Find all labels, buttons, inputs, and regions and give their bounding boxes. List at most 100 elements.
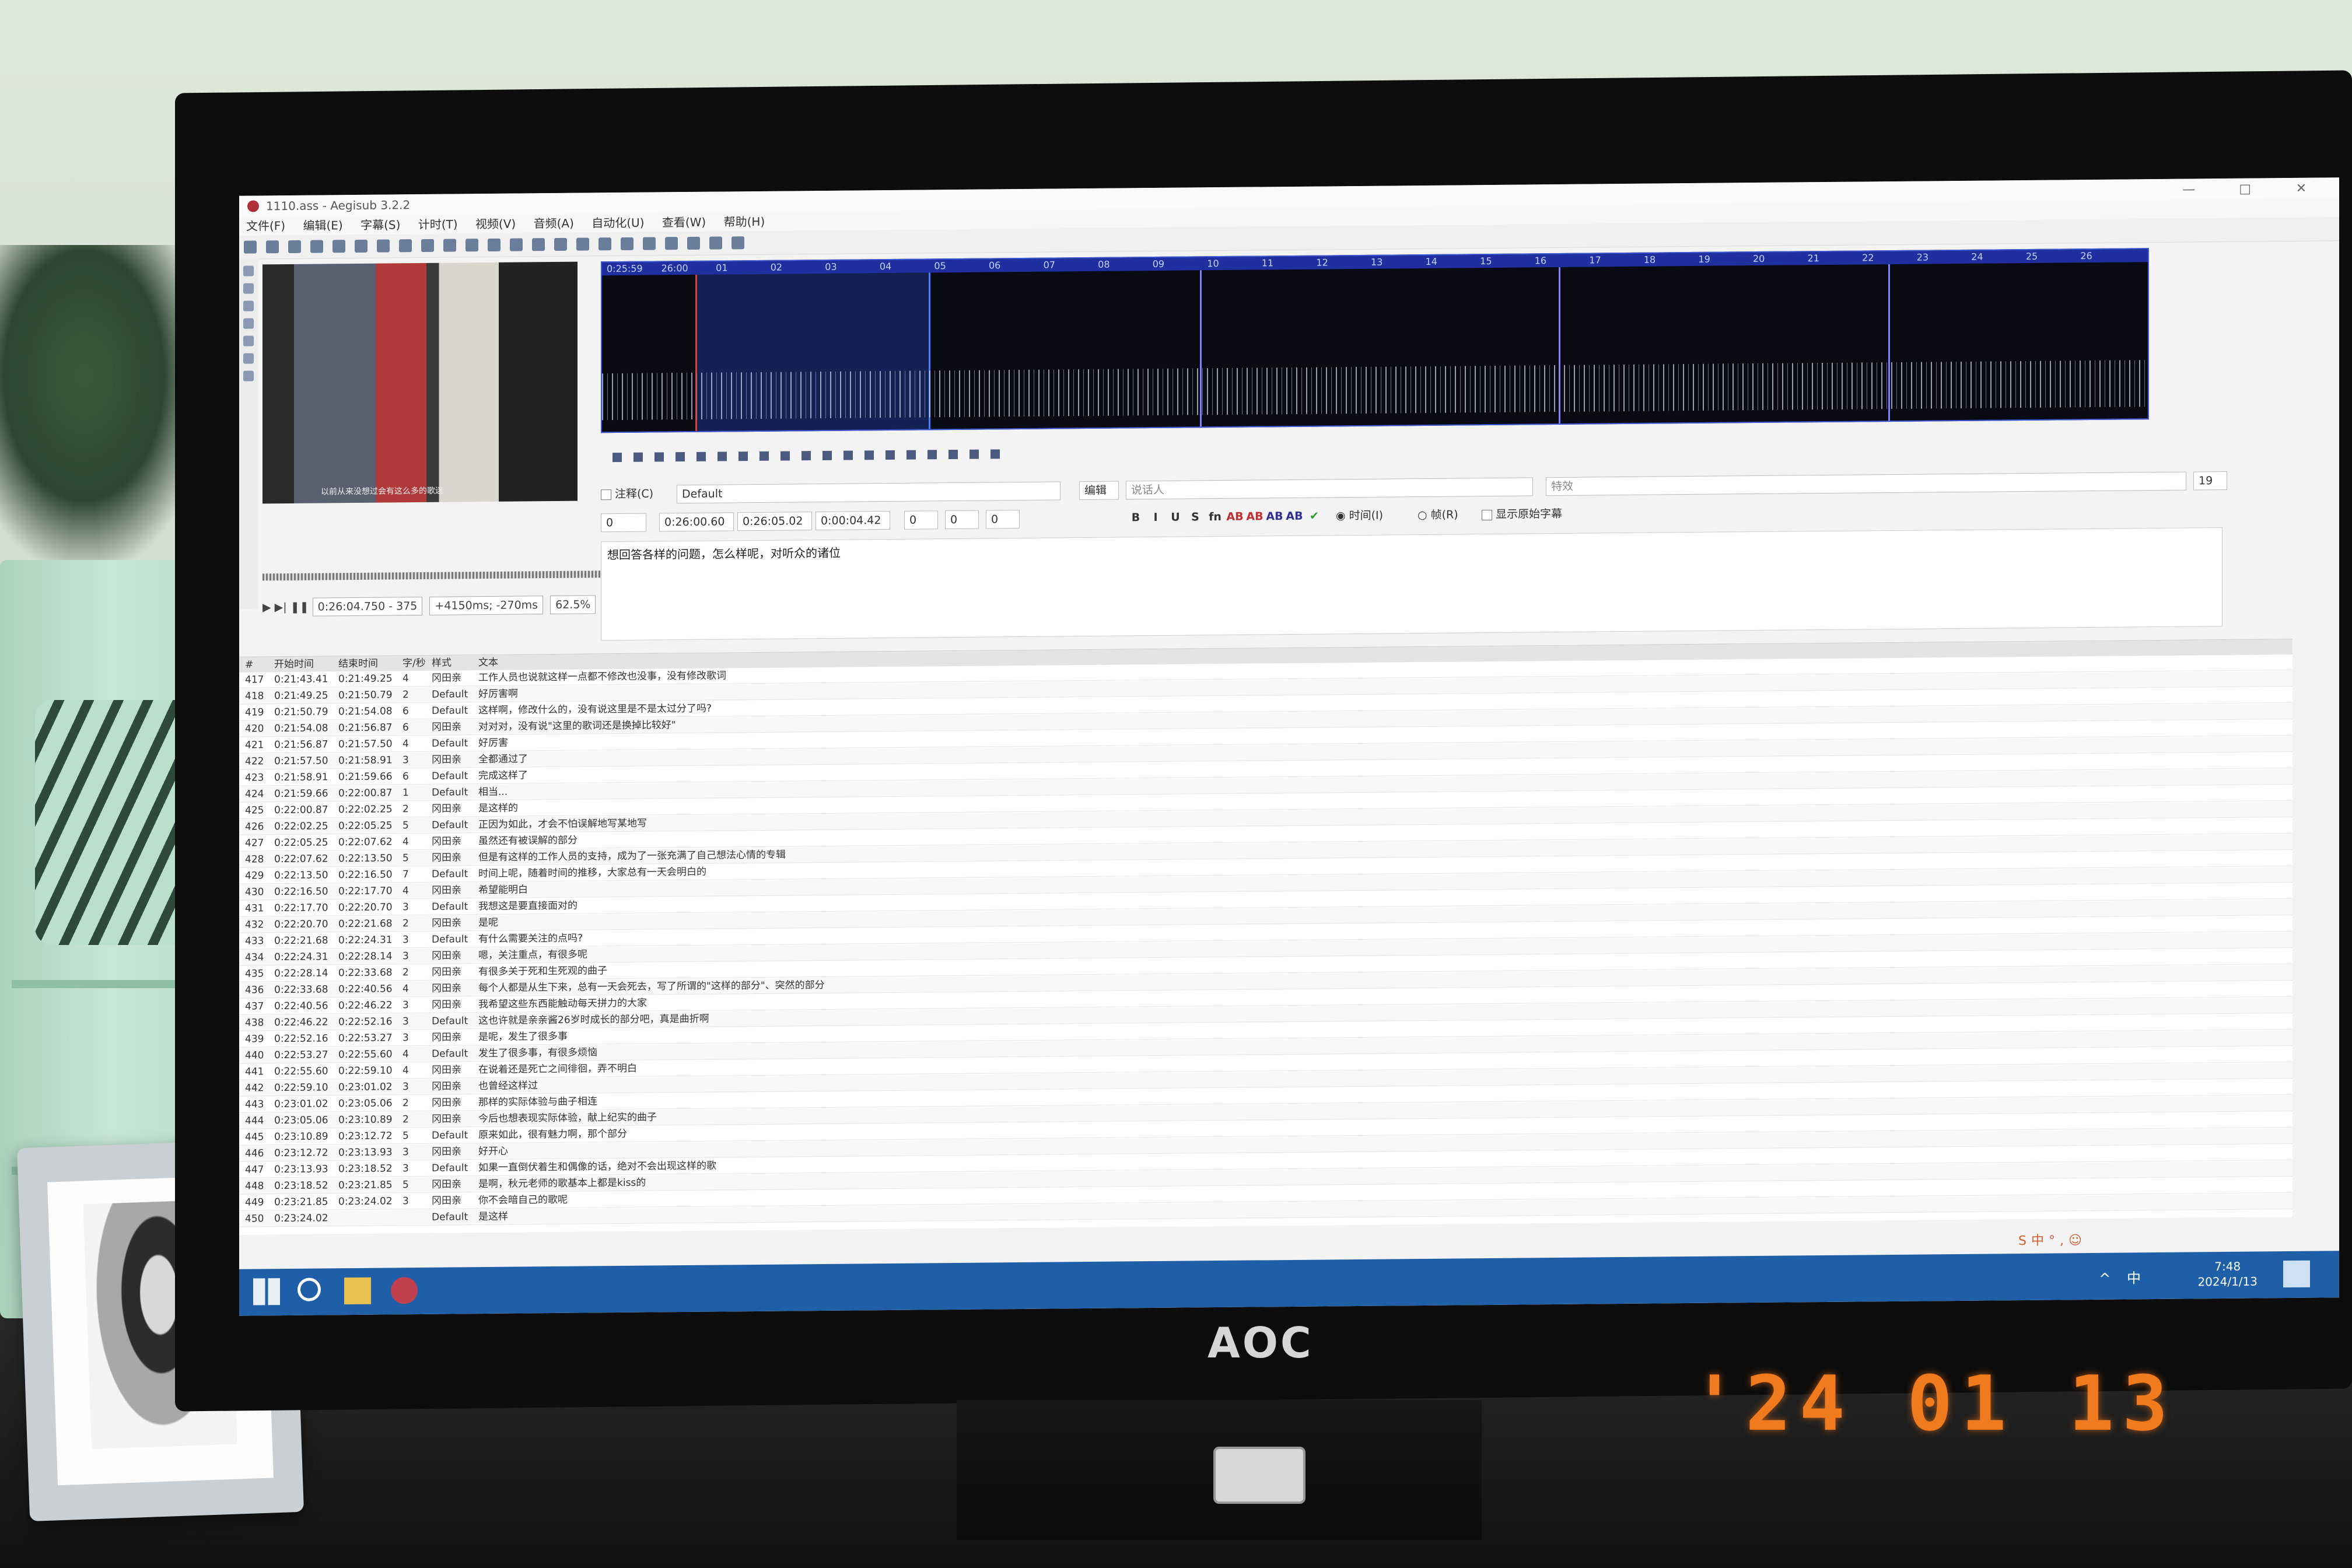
col-cps[interactable]: 字/秒 (402, 656, 426, 671)
video-time[interactable]: 0:26:04.750 - 375 (312, 596, 423, 617)
video-offset[interactable]: +4150ms; -270ms (429, 596, 544, 615)
start-icon[interactable] (253, 1278, 280, 1306)
menu-subtitle[interactable]: 字幕(S) (354, 215, 407, 235)
check-icon[interactable] (687, 236, 700, 250)
drag-tool-icon[interactable] (243, 283, 254, 294)
maximize-button[interactable]: □ (2219, 178, 2272, 200)
video-preview[interactable]: 以前从来没想过会有这么多的歌迷 (262, 261, 578, 504)
standard-tool-icon[interactable] (243, 265, 254, 276)
style-select[interactable]: Default (677, 481, 1060, 504)
layer-spin[interactable]: 0 (601, 513, 646, 533)
col-end[interactable]: 结束时间 (338, 656, 378, 672)
lead-out-icon[interactable] (399, 239, 412, 253)
col-style[interactable]: 样式 (432, 656, 452, 671)
col-start[interactable]: 开始时间 (274, 657, 314, 673)
subtitle-text-edit[interactable]: 想回答各样的问题，怎么样呢，对听众的诸位 (601, 527, 2222, 641)
translate-icon[interactable] (532, 238, 545, 251)
primary-color-button[interactable]: AB (1225, 508, 1245, 526)
effect-field[interactable]: 特效 (1546, 471, 2186, 496)
strikeout-button[interactable]: S (1185, 508, 1205, 526)
col-number[interactable]: # (245, 657, 253, 672)
video-zoom[interactable]: 62.5% (550, 595, 596, 615)
outline-color-button[interactable]: AB (1265, 508, 1284, 525)
file-explorer-icon[interactable] (344, 1277, 371, 1305)
search-icon[interactable] (298, 1278, 321, 1301)
pen-icon[interactable] (332, 240, 345, 253)
play-before-icon[interactable] (718, 452, 727, 461)
comment-checkbox[interactable]: 注释(C) (601, 485, 653, 503)
snap-icon[interactable] (355, 239, 368, 253)
font-button[interactable]: fn (1205, 508, 1225, 526)
play-line-icon[interactable] (676, 452, 685, 462)
play-line-icon[interactable]: ▶| (275, 601, 287, 614)
menu-file[interactable]: 文件(F) (239, 216, 292, 236)
commit-check-icon[interactable]: ✔ (1304, 507, 1324, 524)
play-to-end-icon[interactable] (802, 451, 811, 461)
menu-help[interactable]: 帮助(H) (717, 212, 772, 232)
play-end-icon[interactable] (760, 451, 769, 461)
stop-icon[interactable] (696, 452, 706, 461)
show-original-checkbox[interactable]: 显示原始字幕 (1482, 505, 1562, 523)
rotate-z-icon[interactable] (243, 300, 254, 312)
save-icon[interactable] (288, 240, 301, 253)
aegisub-taskbar-icon[interactable] (391, 1277, 418, 1304)
clip-icon[interactable] (243, 353, 254, 364)
audio-zoom-sliders[interactable] (2164, 247, 2228, 417)
frame-radio[interactable]: ○ 帧(R) (1418, 506, 1458, 524)
fonts-icon[interactable] (466, 239, 478, 252)
tools-icon[interactable] (709, 236, 722, 250)
minimize-button[interactable]: — (2162, 179, 2215, 201)
actor-field[interactable]: 说话人 (1126, 477, 1533, 500)
attachments-icon[interactable] (443, 239, 456, 252)
stop-icon[interactable]: ❚❚ (290, 601, 309, 614)
spellcheck-icon[interactable] (554, 237, 567, 251)
close-button[interactable]: ✕ (2275, 178, 2328, 200)
margin-right-field[interactable]: 0 (945, 510, 979, 530)
auto-commit-icon[interactable] (907, 450, 916, 460)
spectrum-icon[interactable] (949, 449, 958, 460)
styles-icon[interactable] (488, 238, 501, 251)
play-icon[interactable]: ▶ (262, 601, 271, 614)
menu-audio[interactable]: 音频(A) (527, 214, 581, 233)
bold-button[interactable]: B (1126, 509, 1146, 526)
play-begin-icon[interactable] (738, 452, 748, 461)
jump-icon[interactable] (310, 240, 323, 253)
play-after-icon[interactable] (780, 451, 790, 461)
timing-icon[interactable] (576, 237, 589, 251)
lead-out-icon[interactable] (844, 450, 853, 460)
clock-icon[interactable] (665, 237, 678, 250)
system-tray[interactable]: ^ 中 (2099, 1266, 2147, 1287)
open-file-icon[interactable] (266, 240, 279, 254)
automation-icon[interactable] (510, 238, 523, 251)
prev-line-icon[interactable] (612, 452, 622, 463)
new-file-icon[interactable] (244, 240, 257, 254)
margin-vertical-field[interactable]: 0 (986, 510, 1020, 529)
vector-clip-icon[interactable] (243, 370, 254, 382)
menu-timing[interactable]: 计时(T) (411, 215, 465, 234)
menu-view[interactable]: 查看(W) (655, 213, 713, 232)
menu-automation[interactable]: 自动化(U) (584, 214, 651, 233)
secondary-color-button[interactable]: AB (1245, 508, 1265, 525)
shadow-color-button[interactable]: AB (1284, 508, 1304, 525)
lead-in-icon[interactable] (822, 450, 832, 460)
underline-button[interactable]: U (1166, 509, 1185, 526)
col-text[interactable]: 文本 (478, 655, 498, 670)
play-selection-icon[interactable] (654, 452, 664, 462)
taskbar-clock[interactable]: 7:48 2024/1/13 (2197, 1259, 2258, 1290)
end-time-field[interactable]: 0:26:05.02 (737, 512, 812, 531)
start-time-field[interactable]: 0:26:00.60 (659, 512, 734, 532)
properties-icon[interactable] (421, 239, 434, 252)
resample-icon[interactable] (621, 237, 634, 251)
karaoke-icon[interactable] (991, 449, 1000, 459)
lead-in-icon[interactable] (377, 239, 390, 253)
auto-next-icon[interactable] (928, 450, 937, 460)
menu-edit[interactable]: 编辑(E) (296, 216, 349, 235)
help-icon[interactable] (732, 236, 744, 250)
next-line-icon[interactable] (634, 452, 643, 462)
kanji-icon[interactable] (598, 237, 611, 251)
audio-waveform[interactable]: 0:25:59 26:00 01 02 03 04 05 06 07 08 09 10 11 12 13 14… (601, 248, 2149, 433)
menu-video[interactable]: 视频(V) (468, 214, 523, 233)
duration-field[interactable]: 0:00:04.42 (816, 510, 890, 531)
notification-icon[interactable] (2283, 1260, 2310, 1288)
edit-style-button[interactable]: 编辑 (1079, 481, 1119, 501)
